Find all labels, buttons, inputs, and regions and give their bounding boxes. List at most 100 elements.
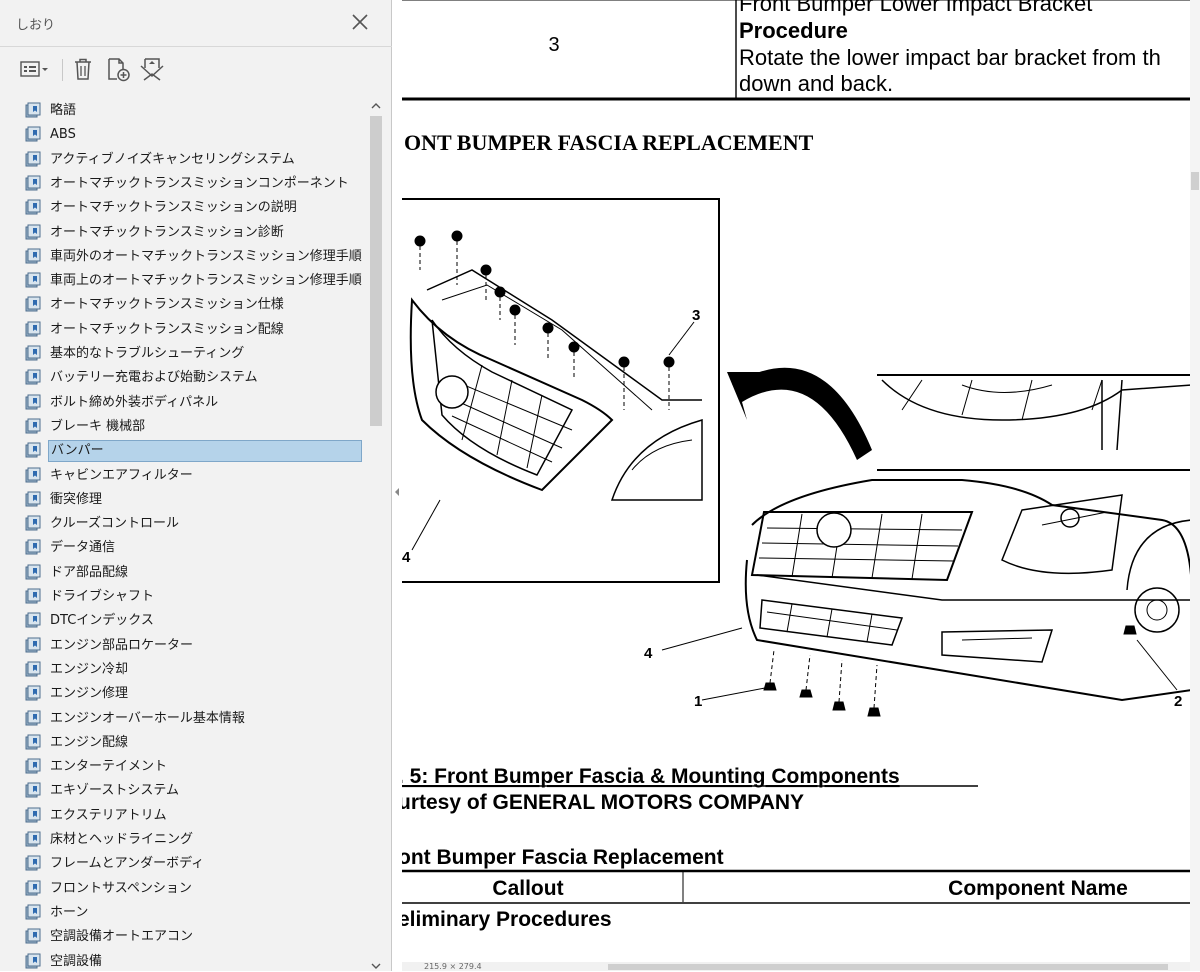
bookmark-item[interactable]: 車両外のオートマチックトランスミッション修理手順 — [24, 246, 368, 268]
bookmark-label: 略語 — [50, 103, 77, 118]
bookmark-item[interactable]: ボルト締め外装ボディパネル — [24, 392, 368, 414]
bookmark-item[interactable]: エクステリアトリム — [24, 805, 368, 827]
bookmark-item[interactable]: クルーズコントロール — [24, 513, 368, 535]
bookmark-item[interactable]: データ通信 — [24, 537, 368, 559]
bookmark-item[interactable]: キャビンエアフィルター — [24, 465, 368, 487]
find-bookmark-icon — [140, 58, 164, 81]
bookmark-item[interactable]: ドア部品配線 — [24, 562, 368, 584]
status-bar: 215.9 × 279.4 — [402, 962, 1190, 971]
bookmark-item[interactable]: エンジン修理 — [24, 683, 368, 705]
toolbar-separator — [62, 59, 63, 81]
bookmark-item[interactable]: アクティブノイズキャンセリングシステム — [24, 149, 368, 171]
bookmark-label: ドライブシャフト — [50, 589, 155, 604]
bookmark-label: エンジン配線 — [50, 734, 129, 750]
sub-heading: ont Bumper Fascia Replacement — [402, 846, 724, 869]
bookmark-label: 床材とヘッドライニング — [50, 832, 194, 847]
close-pane-button[interactable] — [348, 10, 372, 34]
find-bookmark-button[interactable] — [137, 55, 167, 83]
bookmark-label: エンジン修理 — [50, 686, 129, 702]
bookmark-icon — [24, 758, 42, 776]
document-scrollbar[interactable] — [1190, 0, 1200, 971]
bookmark-item[interactable]: オートマチックトランスミッションコンポーネント — [24, 173, 368, 195]
bookmark-label: オートマチックトランスミッション配線 — [50, 321, 284, 337]
bookmark-item[interactable]: オートマチックトランスミッション仕様 — [24, 294, 368, 316]
bookmark-label: ドア部品配線 — [50, 564, 129, 580]
bookmark-item[interactable]: ホーン — [24, 902, 368, 924]
figure-caption: . 5: Front Bumper Fascia & Mounting Comp… — [402, 765, 900, 788]
bookmark-item[interactable]: 衝突修理 — [24, 489, 368, 511]
delete-bookmark-button[interactable] — [70, 55, 96, 83]
bookmark-label: データ通信 — [50, 540, 116, 556]
inset-detail-figure: 3 4 — [402, 198, 720, 583]
direction-arrow — [727, 367, 872, 460]
bookmarks-toolbar — [0, 46, 392, 91]
bookmark-item[interactable]: オートマチックトランスミッション診断 — [24, 222, 368, 244]
bookmark-item[interactable]: ブレーキ 機械部 — [24, 416, 368, 438]
bookmark-item[interactable]: 床材とヘッドライニング — [24, 829, 368, 851]
bookmark-item[interactable]: エンジン配線 — [24, 732, 368, 754]
bookmark-icon — [24, 734, 42, 752]
bookmark-item[interactable]: エンジン部品ロケーター — [24, 635, 368, 657]
bookmark-item[interactable]: エンジン冷却 — [24, 659, 368, 681]
bookmark-item[interactable]: ドライブシャフト — [24, 586, 368, 608]
figure-courtesy: urtesy of GENERAL MOTORS COMPANY — [402, 791, 804, 814]
collapse-pane-icon[interactable] — [393, 485, 401, 499]
bookmark-icon — [24, 321, 42, 339]
bookmark-item[interactable]: オートマチックトランスミッションの説明 — [24, 197, 368, 219]
bookmark-icon — [24, 588, 42, 606]
bookmark-icon — [24, 248, 42, 266]
bookmark-icon — [24, 151, 42, 169]
bookmark-item[interactable]: ABS — [24, 124, 368, 146]
bookmark-icon — [24, 831, 42, 849]
bookmark-scroll-thumb[interactable] — [370, 116, 382, 426]
bookmark-icon — [24, 102, 42, 120]
bookmark-label: 車両上のオートマチックトランスミッション修理手順 — [50, 273, 362, 289]
bookmark-item[interactable]: バンパー — [24, 440, 368, 463]
vehicle-front-drawing — [661, 374, 1190, 717]
bookmark-icon — [24, 491, 42, 509]
bookmark-icon — [24, 515, 42, 533]
bookmark-label: ABS — [50, 127, 76, 143]
callout-1: 1 — [694, 693, 702, 710]
bookmark-item[interactable]: 空調設備オートエアコン — [24, 926, 368, 948]
bookmark-item[interactable]: フロントサスペンション — [24, 878, 368, 900]
scroll-up-icon[interactable] — [370, 100, 382, 112]
table-row-preliminary: eliminary Procedures — [402, 908, 612, 931]
table-header-component: Component Name — [948, 877, 1128, 900]
horizontal-scroll-thumb[interactable] — [608, 964, 1168, 970]
bookmark-item[interactable]: エキゾーストシステム — [24, 780, 368, 802]
bookmark-label: エキゾーストシステム — [50, 783, 179, 799]
procedure-label: Procedure — [739, 18, 848, 43]
bookmark-label: DTCインデックス — [50, 613, 154, 629]
options-menu-button[interactable] — [16, 55, 52, 83]
document-scroll-thumb[interactable] — [1191, 172, 1199, 190]
bookmark-item[interactable]: エンターテイメント — [24, 756, 368, 778]
bookmark-list: 略語 ABS アクティブノイズキャンセリングシステム オートマチックトランスミッション… — [0, 98, 368, 971]
bookmark-item[interactable]: DTCインデックス — [24, 610, 368, 632]
bookmark-item[interactable]: 車両上のオートマチックトランスミッション修理手順 — [24, 270, 368, 292]
bookmark-icon — [24, 199, 42, 217]
bookmark-icon — [24, 418, 42, 436]
page-size-readout: 215.9 × 279.4 — [424, 962, 482, 971]
new-bookmark-button[interactable] — [104, 55, 132, 83]
scroll-down-icon[interactable] — [370, 960, 382, 972]
bookmark-item[interactable]: フレームとアンダーボディ — [24, 853, 368, 875]
bookmark-label: キャビンエアフィルター — [50, 467, 193, 483]
bookmark-label: エンジン冷却 — [50, 661, 129, 677]
bookmark-icon — [24, 855, 42, 873]
bookmark-item[interactable]: バッテリー充電および始動システム — [24, 367, 368, 389]
bookmark-label: オートマチックトランスミッション仕様 — [50, 297, 284, 313]
procedure-text-2: down and back. — [739, 71, 893, 96]
bookmark-icon — [24, 710, 42, 728]
bookmark-item[interactable]: エンジンオーバーホール基本情報 — [24, 708, 368, 730]
bookmark-label: オートマチックトランスミッションの説明 — [50, 200, 297, 216]
bookmark-scrollbar[interactable] — [368, 98, 384, 971]
bookmark-label: 車両外のオートマチックトランスミッション修理手順 — [50, 248, 362, 264]
bookmark-label: エクステリアトリム — [50, 807, 167, 823]
bookmark-item[interactable]: オートマチックトランスミッション配線 — [24, 319, 368, 341]
bookmark-label: ボルト締め外装ボディパネル — [50, 394, 219, 410]
bookmark-item[interactable]: 基本的なトラブルシューティング — [24, 343, 368, 365]
bookmark-item[interactable]: 空調設備 — [24, 951, 368, 972]
bookmark-item[interactable]: 略語 — [24, 100, 368, 122]
bookmark-label: ホーン — [50, 904, 89, 920]
